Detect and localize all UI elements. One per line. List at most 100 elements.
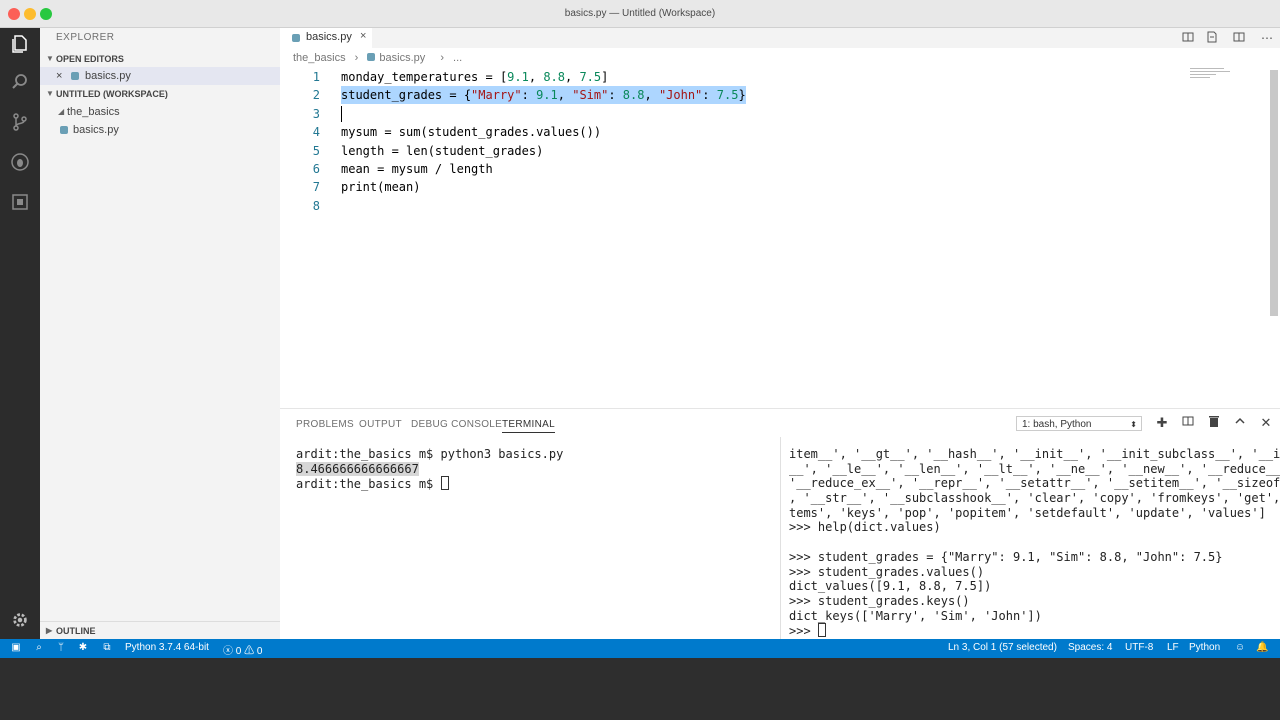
editor-scrollbar[interactable] (1270, 70, 1278, 316)
title-bar: basics.py — Untitled (Workspace) (0, 0, 1280, 28)
code-token: 9.1 (536, 88, 558, 103)
explorer-icon[interactable] (8, 32, 32, 56)
new-terminal-icon[interactable]: ✚ (1154, 415, 1170, 431)
chevron-down-icon: ▼ (46, 54, 54, 63)
language-mode[interactable]: Python (1189, 642, 1220, 653)
bug-icon[interactable]: ✱ (77, 642, 89, 654)
status-bar: ▣ ⌕ ᛘ ✱ ⧉ Python 3.7.4 64-bit ⓧ 0 ⚠ 0 Ln… (0, 639, 1280, 658)
terminal-line: __', '__le__', '__len__', '__lt__', '__n… (789, 461, 1280, 476)
code-token: print(mean) (341, 180, 421, 195)
code-line[interactable]: 7 print(mean) (280, 178, 1280, 196)
python-file-icon (292, 34, 300, 42)
python-interpreter[interactable]: Python 3.7.4 64-bit (125, 642, 209, 653)
cursor-position[interactable]: Ln 3, Col 1 (57 selected) (948, 642, 1057, 653)
code-token: 7.5 (579, 70, 602, 84)
code-line[interactable]: 3 (280, 105, 1280, 123)
code-token: , (557, 88, 573, 103)
terminal-line: item__', '__gt__', '__hash__', '__init__… (789, 447, 1280, 461)
search-icon[interactable] (8, 70, 32, 94)
terminal-line: >>> student_grades.values() (789, 564, 985, 579)
tab-debug-console[interactable]: DEBUG CONSOLE (411, 419, 502, 430)
code-token: "Marry" (471, 88, 522, 103)
code-token: : (521, 88, 537, 103)
terminal-right[interactable]: item__', '__gt__', '__hash__', '__init__… (789, 447, 1280, 638)
code-text: student_grades = {"Marry": 9.1, "Sim": 8… (341, 86, 746, 105)
text-cursor (341, 105, 342, 122)
open-preview-icon[interactable] (1205, 31, 1219, 45)
terminal-line: , '__str__', '__subclasshook__', 'clear'… (789, 491, 1280, 506)
code-token: , (528, 70, 544, 84)
book-icon[interactable]: ⧉ (101, 642, 113, 654)
minimap[interactable] (1190, 68, 1230, 80)
more-actions-icon[interactable]: ⋯ (1260, 31, 1274, 45)
code-token: : (702, 88, 717, 103)
settings-gear-icon[interactable] (8, 608, 32, 632)
split-editor-icon[interactable] (1232, 31, 1246, 45)
warning-icon: ⚠ (244, 646, 255, 657)
feedback-smiley-icon[interactable]: ☺ (1234, 642, 1246, 654)
terminal-split-divider[interactable] (780, 437, 781, 640)
open-editors-header[interactable]: ▼ OPEN EDITORS (40, 50, 280, 68)
encoding[interactable]: UTF-8 (1125, 642, 1153, 653)
file-item-basics[interactable]: basics.py (40, 121, 280, 139)
code-line[interactable]: 6 mean = mysum / length (280, 160, 1280, 178)
code-editor[interactable]: 1 monday_temperatures = [9.1, 8.8, 7.5] 2 s… (280, 66, 1280, 406)
outline-header[interactable]: ▶ OUTLINE (40, 621, 280, 640)
terminal-line: >>> student_grades.keys() (789, 593, 970, 608)
desktop-background (0, 658, 1280, 720)
open-changes-icon[interactable] (1181, 31, 1195, 45)
code-token: , (644, 88, 659, 103)
open-editor-item[interactable]: × basics.py (40, 67, 280, 85)
tab-terminal[interactable]: TERMINAL (502, 419, 555, 433)
extensions-icon[interactable] (8, 190, 32, 214)
line-number: 5 (312, 143, 320, 158)
window-title: basics.py — Untitled (Workspace) (564, 8, 716, 19)
indentation[interactable]: Spaces: 4 (1068, 642, 1112, 653)
maximize-panel-icon[interactable] (1232, 415, 1248, 431)
trash-icon[interactable] (1206, 415, 1222, 431)
problems-indicator[interactable]: ⓧ 0 ⚠ 0 (223, 642, 262, 657)
breadcrumb-symbol[interactable]: ... (453, 52, 462, 64)
close-icon[interactable]: × (56, 67, 62, 85)
code-token: monday_temperatures = [ (341, 70, 508, 84)
breadcrumb-folder[interactable]: the_basics (293, 52, 346, 64)
terminal-select[interactable]: 1: bash, Python ⬍ (1016, 416, 1142, 431)
code-line[interactable]: 2 student_grades = {"Marry": 9.1, "Sim": … (280, 86, 1280, 105)
workspace-header[interactable]: ▼ UNTITLED (WORKSPACE) (40, 85, 280, 103)
code-text: print(mean) (341, 178, 420, 196)
terminal-line: >>> help(dict.values) (789, 520, 941, 535)
code-token: ] (601, 70, 609, 84)
python-file-icon (71, 72, 79, 80)
notifications-bell-icon[interactable]: 🔔 (1256, 642, 1268, 654)
terminal-left[interactable]: ardit:the_basics m$ python3 basics.py 8.… (296, 447, 766, 491)
tab-problems[interactable]: PROBLEMS (296, 419, 354, 430)
breadcrumb-separator: › (440, 52, 444, 64)
code-line[interactable]: 8 (280, 197, 1280, 215)
split-terminal-icon[interactable] (1180, 415, 1196, 431)
tab-basics-py[interactable]: basics.py × (280, 28, 372, 48)
code-text: length = len(student_grades) (341, 142, 543, 160)
code-token: mean = mysum / length (341, 162, 493, 176)
search-icon[interactable]: ⌕ (33, 642, 45, 654)
remote-icon[interactable]: ▣ (10, 642, 22, 654)
line-number: 4 (312, 125, 320, 140)
close-panel-icon[interactable]: ✕ (1258, 415, 1274, 431)
code-line[interactable]: 1 monday_temperatures = [9.1, 8.8, 7.5] (280, 68, 1280, 86)
code-line[interactable]: 4 mysum = sum(student_grades.values()) (280, 123, 1280, 141)
tab-output[interactable]: OUTPUT (359, 419, 402, 430)
activity-bar (0, 28, 40, 639)
terminal-cursor (440, 476, 449, 491)
python-file-icon (367, 53, 376, 61)
code-line[interactable]: 5 length = len(student_grades) (280, 142, 1280, 160)
branch-icon[interactable]: ᛘ (55, 642, 67, 654)
folder-item-the-basics[interactable]: ◢ the_basics (40, 103, 280, 121)
code-token: 8.8 (622, 88, 645, 103)
line-ending[interactable]: LF (1167, 642, 1179, 653)
breadcrumb-file[interactable]: basics.py (367, 52, 431, 64)
error-icon: ⓧ (223, 646, 233, 657)
debug-icon[interactable] (8, 150, 32, 174)
breadcrumb: the_basics › basics.py › ... (293, 52, 468, 64)
source-control-icon[interactable] (8, 110, 32, 134)
close-tab-icon[interactable]: × (360, 30, 366, 42)
